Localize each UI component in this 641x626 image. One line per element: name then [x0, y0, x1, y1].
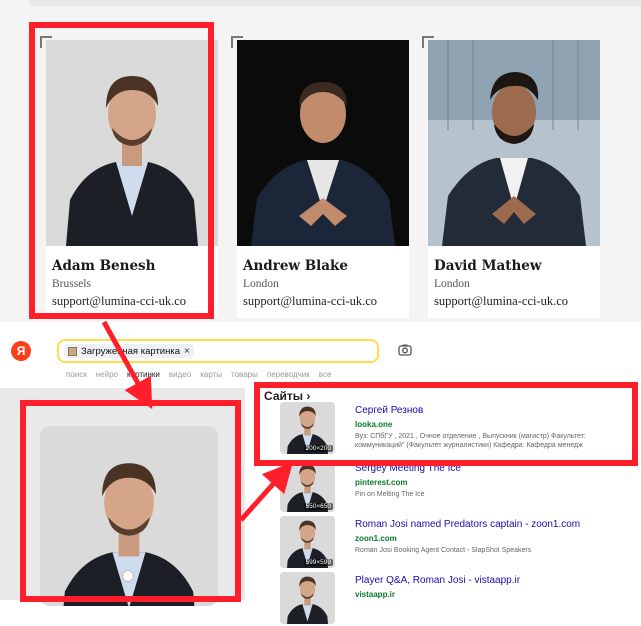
member-city: London	[434, 278, 470, 290]
close-icon[interactable]: ×	[184, 346, 190, 357]
result-title[interactable]: Player Q&A, Roman Josi - vistaapp.ir	[355, 575, 520, 586]
result-host[interactable]: vistaapp.ir	[355, 590, 395, 599]
team-card-2[interactable]: Andrew Blake London support@lumina-cci-u…	[231, 36, 409, 318]
image-icon	[68, 346, 77, 356]
tab-translator[interactable]: переводчик	[267, 370, 310, 379]
team-photo-2	[237, 40, 409, 246]
result-host[interactable]: zoon1.com	[355, 534, 397, 543]
tab-products[interactable]: товары	[231, 370, 258, 379]
result-thumbnail[interactable]	[280, 572, 335, 624]
tab-video[interactable]: видео	[169, 370, 191, 379]
tab-neuro[interactable]: нейро	[96, 370, 118, 379]
member-name: David Mathew	[434, 258, 542, 274]
yandex-logo[interactable]: Я	[11, 341, 31, 361]
team-card-3[interactable]: David Mathew London support@lumina-cci-u…	[422, 36, 600, 318]
camera-search-icon[interactable]	[397, 342, 413, 358]
image-size: 550×650	[303, 503, 333, 510]
member-email[interactable]: support@lumina-cci-uk.co	[434, 294, 568, 309]
tab-all[interactable]: все	[319, 370, 332, 379]
image-size: 599×599	[303, 559, 333, 566]
member-name: Andrew Blake	[243, 258, 348, 274]
uploaded-image-chip[interactable]: Загруженная картинка ×	[64, 344, 194, 358]
result-thumbnail[interactable]: 599×599	[280, 516, 335, 568]
tab-maps[interactable]: карты	[200, 370, 222, 379]
team-photo-3	[428, 40, 600, 246]
result-item[interactable]: 550×650 Sergey Meeting The Ice pinterest…	[264, 460, 634, 514]
result-title[interactable]: Roman Josi named Predators captain - zoo…	[355, 519, 580, 530]
member-email[interactable]: support@lumina-cci-uk.co	[243, 294, 377, 309]
annotation-box-query	[20, 400, 241, 602]
result-host[interactable]: pinterest.com	[355, 478, 407, 487]
annotation-box-team	[29, 22, 214, 319]
tab-search[interactable]: поиск	[66, 370, 87, 379]
result-description: Roman Josi Booking Agent Contact - SlapS…	[355, 547, 532, 554]
search-tabs: поиск нейро картинки видео карты товары …	[66, 370, 331, 379]
annotation-box-result	[254, 382, 638, 466]
result-item[interactable]: 599×599 Roman Josi named Predators capta…	[264, 516, 634, 570]
chip-label: Загруженная картинка	[81, 345, 180, 357]
result-thumbnail[interactable]: 550×650	[280, 460, 335, 512]
member-city: London	[243, 278, 279, 290]
result-item[interactable]: Player Q&A, Roman Josi - vistaapp.ir vis…	[264, 572, 634, 626]
search-bar[interactable]: Загруженная картинка ×	[57, 339, 379, 363]
result-description: Pin on Melting The Ice	[355, 491, 425, 498]
top-strip	[30, 0, 641, 6]
tab-images[interactable]: картинки	[127, 370, 160, 379]
